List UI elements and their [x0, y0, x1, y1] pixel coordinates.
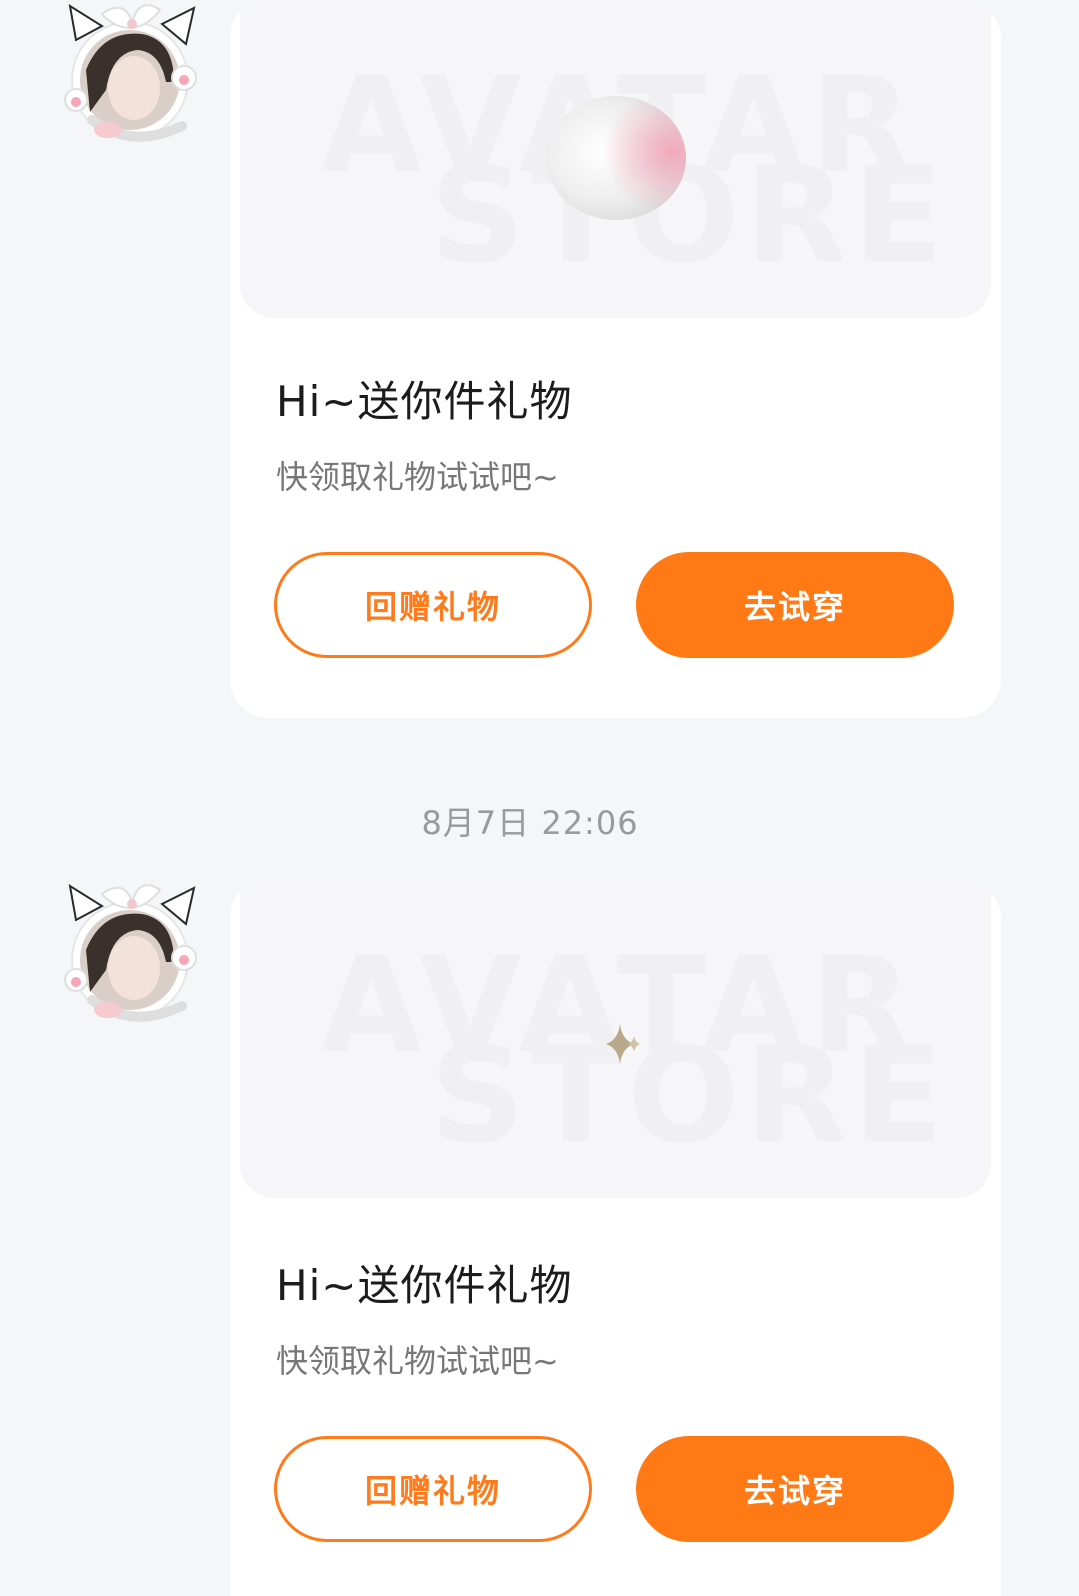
gift-card-title: Hi~送你件礼物: [276, 1261, 573, 1310]
gift-card-subtitle: 快领取礼物试试吧~: [276, 458, 559, 496]
gift-preview-image[interactable]: AVATAR STORE: [240, 0, 991, 318]
message-2: AVATAR STORE Hi~送你件礼物 快领取礼物试试吧~ 回赠礼物 去试穿: [0, 880, 1079, 1596]
gift-card: AVATAR STORE Hi~送你件礼物: [230, 0, 1001, 718]
cat-ear-avatar-icon: [64, 3, 197, 142]
return-gift-button[interactable]: 回赠礼物: [274, 1436, 592, 1542]
gift-card-subtitle: 快领取礼物试试吧~: [276, 1342, 559, 1380]
sender-avatar[interactable]: [62, 880, 200, 1030]
message-timestamp: 8月7日 22:06: [421, 804, 639, 842]
gift-preview-image[interactable]: AVATAR STORE: [240, 880, 991, 1198]
return-gift-button[interactable]: 回赠礼物: [274, 552, 592, 658]
cat-ear-avatar-icon: [64, 883, 197, 1022]
try-on-button[interactable]: 去试穿: [636, 1436, 954, 1542]
message-1: AVATAR STORE Hi~送你件礼物: [0, 0, 1079, 720]
watermark-store: STORE: [430, 1019, 950, 1173]
peach-ball-icon: [546, 96, 686, 220]
try-on-button[interactable]: 去试穿: [636, 552, 954, 658]
gift-card-title: Hi~送你件礼物: [276, 377, 573, 426]
gift-card: AVATAR STORE Hi~送你件礼物 快领取礼物试试吧~ 回赠礼物 去试穿: [230, 880, 1001, 1596]
sparkle-icon: [606, 1024, 640, 1064]
sender-avatar[interactable]: [62, 0, 200, 150]
